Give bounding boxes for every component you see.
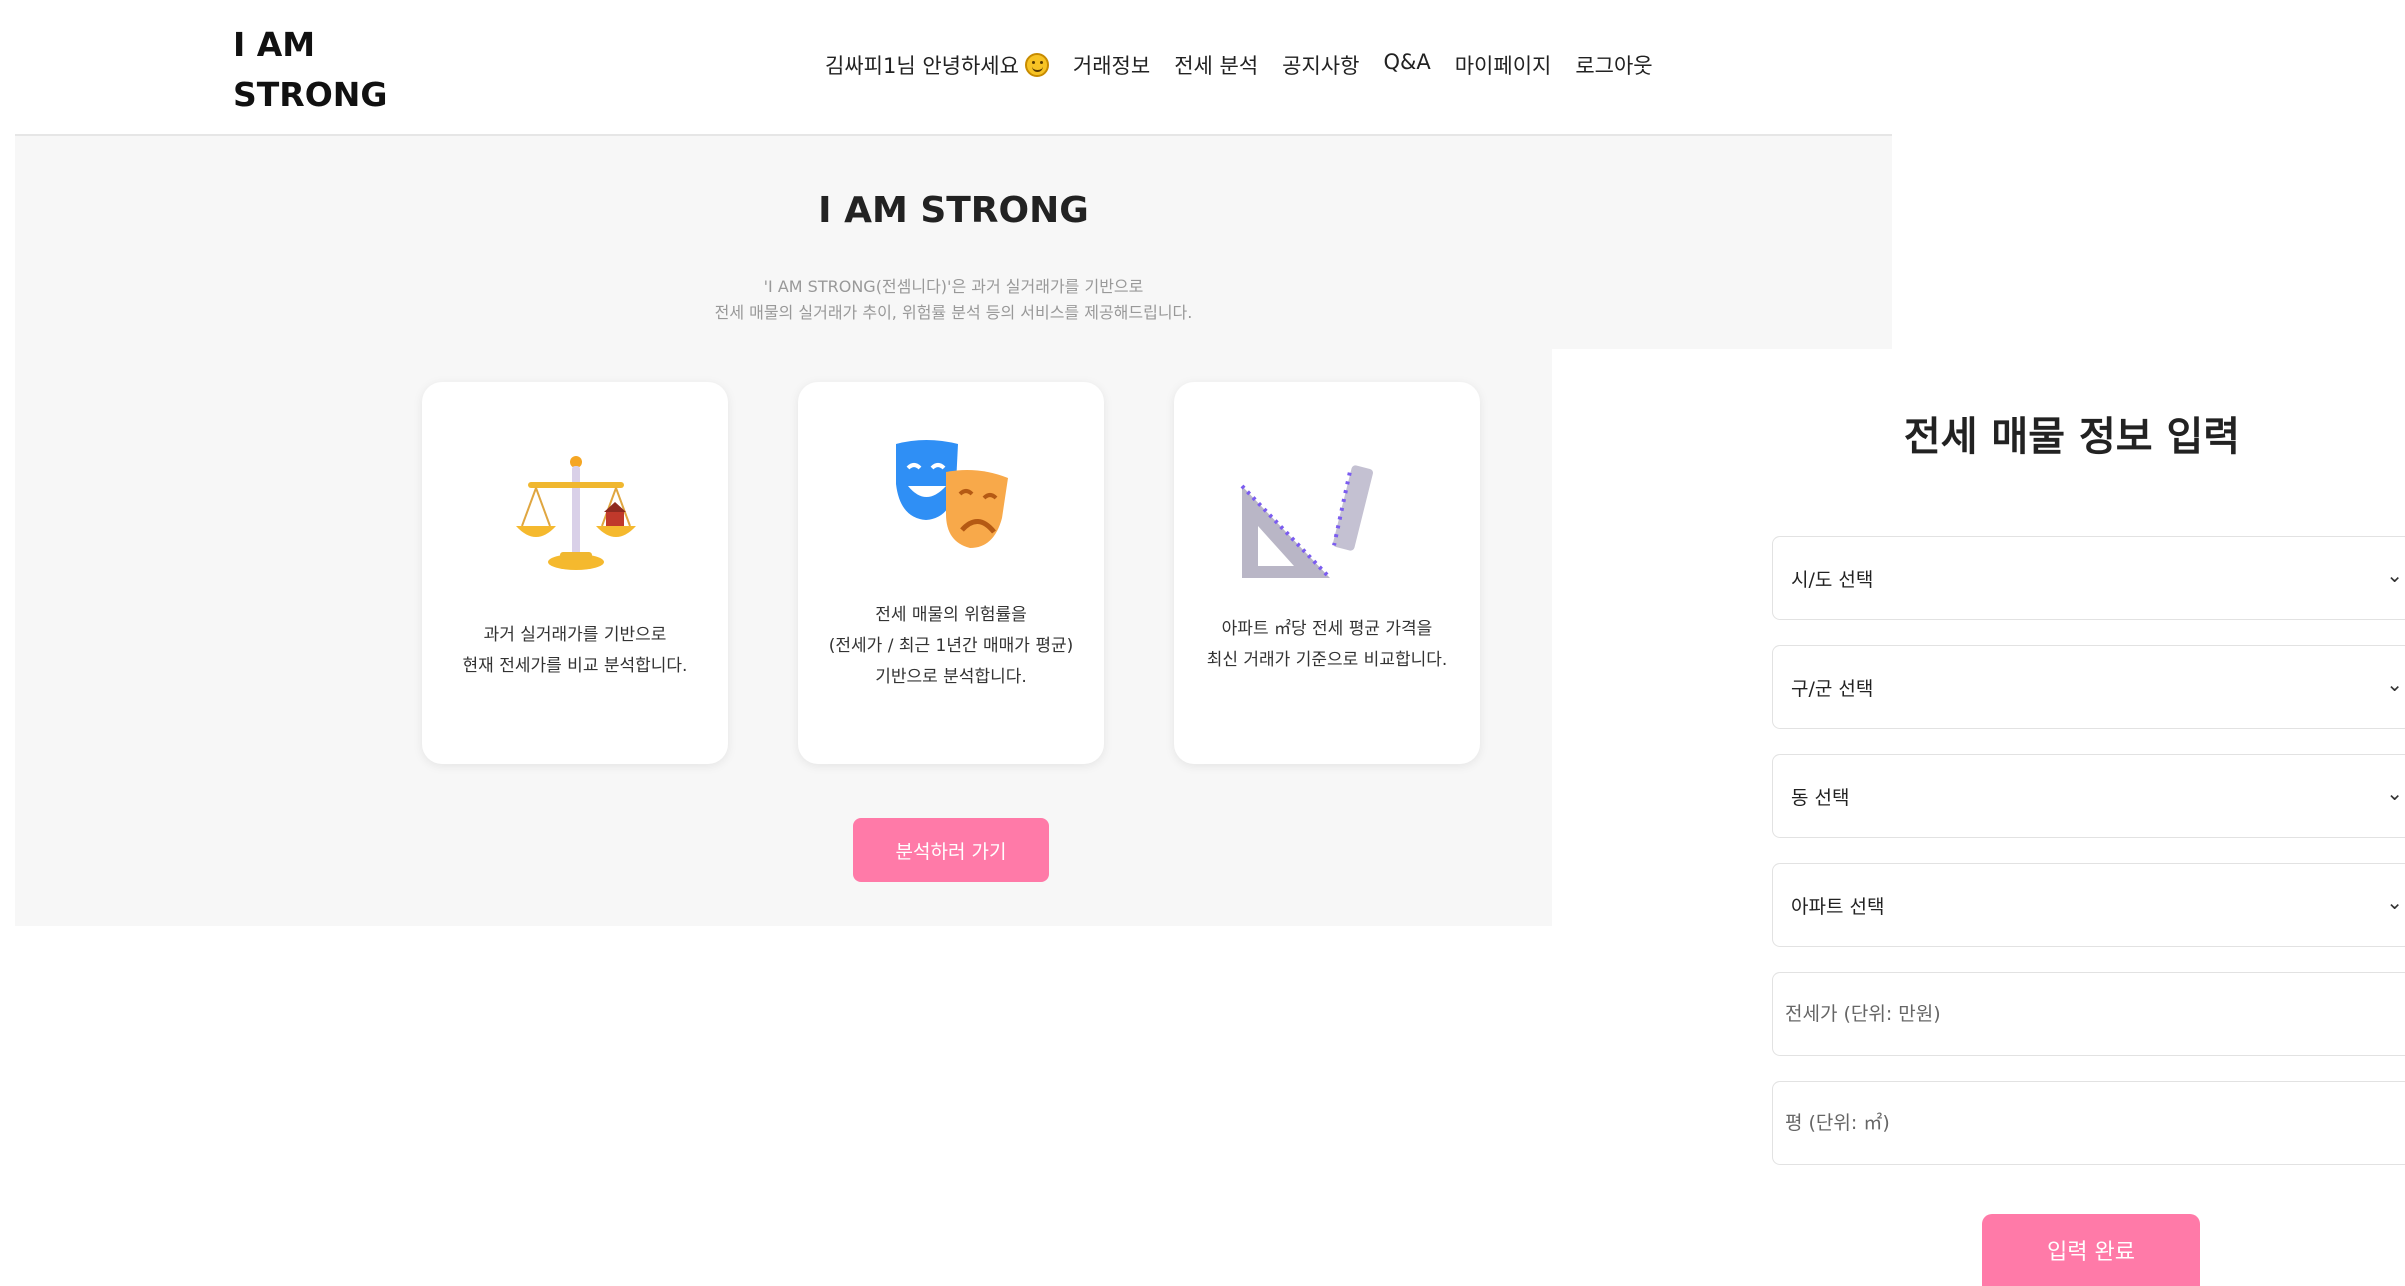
logo[interactable]: I AM STRONG bbox=[233, 20, 387, 120]
select-label: 동 선택 bbox=[1791, 787, 1850, 809]
gugun-select[interactable]: 구/군 선택 ⌄ bbox=[1772, 645, 2405, 729]
chevron-down-icon: ⌄ bbox=[2386, 890, 2403, 914]
nav-trade-info[interactable]: 거래정보 bbox=[1073, 50, 1150, 80]
triangle-ruler-icon bbox=[1240, 465, 1373, 580]
nav-mypage[interactable]: 마이페이지 bbox=[1455, 50, 1552, 80]
card-text: 아파트 ㎡당 전세 평균 가격을 최신 거래가 기준으로 비교합니다. bbox=[1206, 619, 1448, 670]
select-label: 구/군 선택 bbox=[1791, 678, 1874, 700]
chevron-down-icon: ⌄ bbox=[2386, 672, 2403, 696]
scales-icon bbox=[516, 456, 636, 570]
area-input[interactable] bbox=[1773, 1082, 2405, 1164]
hero-description: 'I AM STRONG(전셈니다)'은 과거 실거래가를 기반으로 전세 매물… bbox=[15, 274, 1892, 326]
price-input[interactable] bbox=[1773, 973, 2405, 1055]
nav-logout[interactable]: 로그아웃 bbox=[1575, 50, 1652, 80]
form-title: 전세 매물 정보 입력 bbox=[1903, 414, 2241, 460]
feature-card-price: 아파트 ㎡당 전세 평균 가격을 최신 거래가 기준으로 비교합니다. bbox=[1174, 382, 1480, 764]
chevron-down-icon: ⌄ bbox=[2386, 781, 2403, 805]
theater-masks-icon bbox=[896, 440, 1008, 548]
nav-bar: 김싸피1님 안녕하세요 거래정보 전세 분석 공지사항 Q&A 마이페이지 로그… bbox=[825, 50, 1653, 80]
property-form: 전세 매물 정보 입력 시/도 선택 ⌄ 구/군 선택 ⌄ 동 선택 ⌄ 아파트… bbox=[1552, 350, 2405, 1286]
nav-qna[interactable]: Q&A bbox=[1383, 50, 1430, 80]
nav-jeonse-analysis[interactable]: 전세 분석 bbox=[1174, 50, 1258, 80]
card-text: 전세 매물의 위험률을 (전세가 / 최근 1년간 매매가 평균) 기반으로 분… bbox=[828, 605, 1074, 687]
feature-card-compare: 과거 실거래가를 기반으로 현재 전세가를 비교 분석합니다. bbox=[422, 382, 728, 764]
feature-card-risk: 전세 매물의 위험률을 (전세가 / 최근 1년간 매매가 평균) 기반으로 분… bbox=[798, 382, 1104, 764]
hero-title: I AM STRONG bbox=[818, 190, 1089, 231]
greeting: 김싸피1님 안녕하세요 bbox=[825, 50, 1049, 80]
nav-notice[interactable]: 공지사항 bbox=[1282, 50, 1359, 80]
analyze-button[interactable]: 분석하러 가기 bbox=[853, 818, 1049, 882]
greeting-text: 김싸피1님 안녕하세요 bbox=[825, 54, 1019, 78]
smile-icon bbox=[1024, 53, 1049, 77]
dong-select[interactable]: 동 선택 ⌄ bbox=[1772, 754, 2405, 838]
chevron-down-icon: ⌄ bbox=[2386, 563, 2403, 587]
select-label: 아파트 선택 bbox=[1791, 896, 1885, 918]
area-field-wrap bbox=[1772, 1081, 2405, 1165]
hero-desc-line1: 'I AM STRONG(전셈니다)'은 과거 실거래가를 기반으로 bbox=[763, 277, 1144, 296]
price-field-wrap bbox=[1772, 972, 2405, 1056]
header: I AM STRONG 김싸피1님 안녕하세요 거래정보 전세 분석 공지사항 … bbox=[15, 0, 1892, 136]
sido-select[interactable]: 시/도 선택 ⌄ bbox=[1772, 536, 2405, 620]
hero-desc-line2: 전세 매물의 실거래가 추이, 위험률 분석 등의 서비스를 제공해드립니다. bbox=[714, 303, 1193, 322]
card-text: 과거 실거래가를 기반으로 현재 전세가를 비교 분석합니다. bbox=[462, 625, 688, 676]
submit-button[interactable]: 입력 완료 bbox=[1982, 1214, 2200, 1286]
select-label: 시/도 선택 bbox=[1791, 569, 1874, 591]
apartment-select[interactable]: 아파트 선택 ⌄ bbox=[1772, 863, 2405, 947]
